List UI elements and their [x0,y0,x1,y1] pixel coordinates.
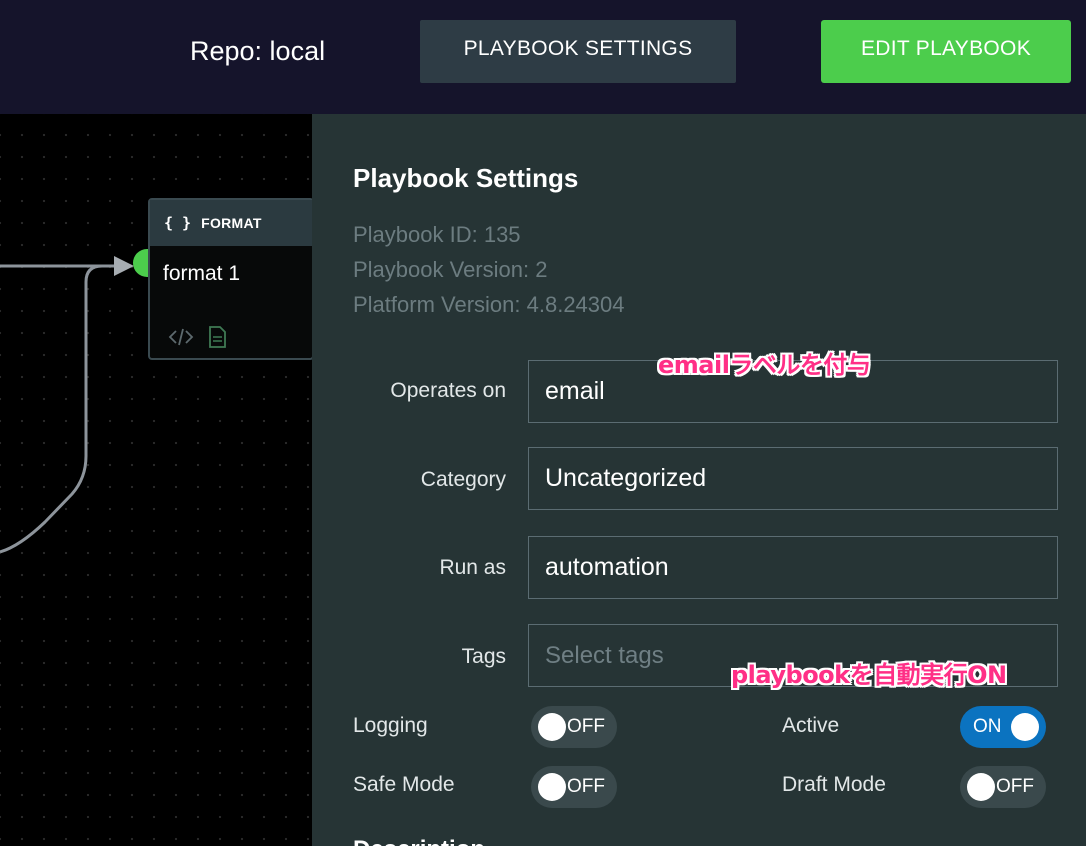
operates-on-label: Operates on [390,379,506,402]
node-header: { } FORMAT [150,200,312,246]
draft-mode-label: Draft Mode [782,773,886,796]
toggle-state: ON [973,716,1002,737]
logging-toggle[interactable]: OFF [531,706,617,748]
logging-label: Logging [353,714,428,737]
playbook-settings-panel: Playbook Settings Playbook ID: 135 Playb… [312,114,1086,846]
playbook-canvas[interactable]: { } FORMAT format 1 [0,114,312,846]
active-label: Active [782,714,840,737]
code-icon[interactable] [168,328,194,351]
braces-icon: { } [164,214,192,232]
toggle-knob [538,713,566,741]
toggle-knob [967,773,995,801]
category-label: Category [420,468,506,491]
toggle-state: OFF [567,716,605,737]
run-as-select[interactable]: automation [528,536,1058,599]
playbook-settings-button[interactable]: PLAYBOOK SETTINGS [420,20,736,83]
description-label: Description [353,836,485,846]
safe-mode-toggle[interactable]: OFF [531,766,617,808]
edit-playbook-button[interactable]: EDIT PLAYBOOK [821,20,1071,83]
email-annotation: emailラベルを付与 [658,351,871,379]
node-type-label: FORMAT [201,215,262,231]
safe-mode-label: Safe Mode [353,773,455,796]
toggle-knob [538,773,566,801]
run-as-label: Run as [439,556,506,579]
node-title: format 1 [163,262,241,285]
playbook-version: Playbook Version: 2 [353,257,548,282]
document-icon[interactable] [208,326,226,353]
playbook-id: Playbook ID: 135 [353,222,521,247]
category-select[interactable]: Uncategorized [528,447,1058,510]
format-node[interactable]: { } FORMAT format 1 [148,198,312,360]
active-annotation: playbookを自動実行ON [731,661,1007,689]
toggle-state: OFF [567,776,605,797]
active-toggle[interactable]: ON [960,706,1046,748]
draft-mode-toggle[interactable]: OFF [960,766,1046,808]
top-bar: Repo: local PLAYBOOK SETTINGS EDIT PLAYB… [0,0,1086,114]
repo-label: Repo: local [190,36,326,66]
platform-version: Platform Version: 4.8.24304 [353,292,625,317]
tags-label: Tags [461,645,506,668]
toggle-knob [1011,713,1039,741]
toggle-state: OFF [996,776,1034,797]
panel-title: Playbook Settings [353,163,579,193]
